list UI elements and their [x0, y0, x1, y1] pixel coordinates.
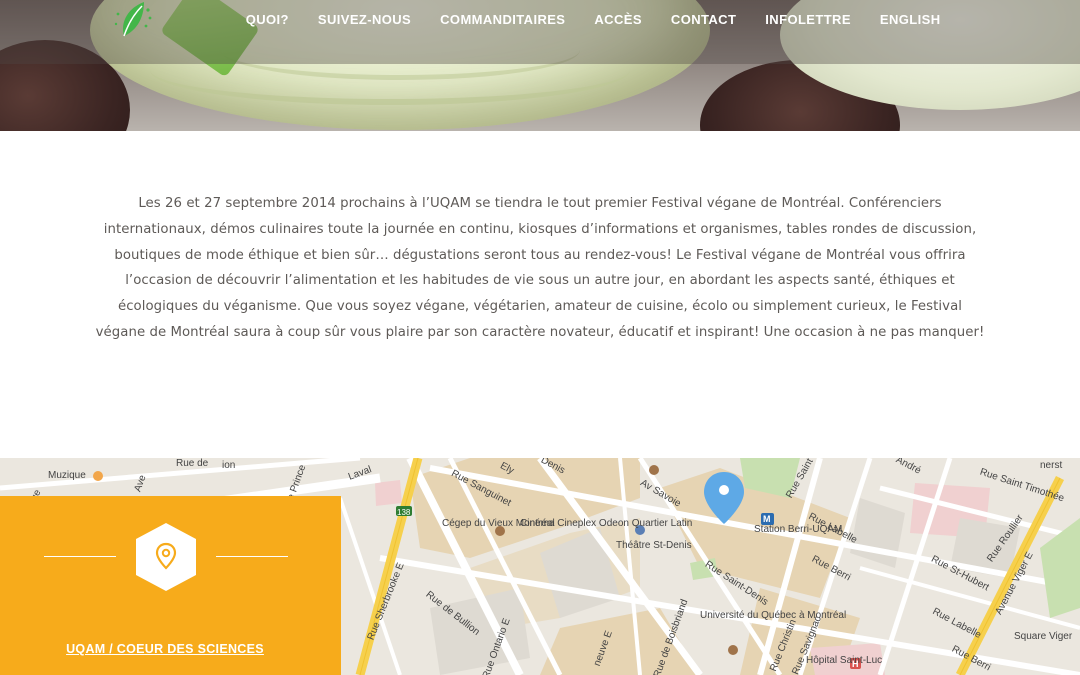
map-label-muzique: Muzique	[48, 470, 86, 481]
hospital-icon: H	[852, 659, 859, 669]
nav-commanditaires[interactable]: COMMANDITAIRES	[426, 11, 580, 29]
map-label-station: Station Berri-UQAM	[754, 524, 842, 535]
divider-left	[44, 556, 116, 557]
metro-icon: M	[763, 514, 771, 524]
location-link[interactable]: UQAM / COEUR DES SCIENCES	[0, 642, 330, 656]
nav-contact[interactable]: CONTACT	[656, 11, 750, 29]
map-marker-icon	[136, 523, 196, 591]
nav-english[interactable]: ENGLISH	[865, 11, 955, 29]
map-label-universite: Université du Québec à Montréal	[700, 610, 846, 621]
map-label-nerst: nerst	[1040, 460, 1063, 471]
map-label-cegep: Cégep du Vieux Montréal	[442, 518, 555, 529]
nav-acces[interactable]: ACCÈS	[580, 11, 657, 29]
leaf-logo-icon[interactable]	[110, 0, 154, 44]
map-pin-icon[interactable]	[702, 470, 746, 526]
festival-intro-text: Les 26 et 27 septembre 2014 prochains à …	[95, 196, 985, 340]
map-label-ion: ion	[222, 460, 236, 471]
divider-right	[216, 556, 288, 557]
map-label-theatre: Théâtre St-Denis	[616, 540, 692, 551]
route-138-shield: 138	[397, 508, 411, 517]
location-card: UQAM / COEUR DES SCIENCES	[0, 496, 341, 675]
map-label-rue-de: Rue de	[176, 458, 209, 469]
nav-infolettre[interactable]: INFOLETTRE	[751, 11, 866, 29]
map-label-cinema: Cinéma Cineplex Odeon Quartier Latin	[520, 518, 692, 529]
map-label-square-viger: Square Viger	[1014, 631, 1073, 642]
main-navigation: QUOI? SUIVEZ-NOUS COMMANDITAIRES ACCÈS C…	[231, 11, 955, 29]
map-label-hopital: Hôpital Saint-Luc	[806, 655, 883, 666]
hero-banner: QUOI? SUIVEZ-NOUS COMMANDITAIRES ACCÈS C…	[0, 0, 1080, 131]
navbar-background	[0, 0, 1080, 64]
nav-quoi[interactable]: QUOI?	[231, 11, 303, 29]
nav-suivez-nous[interactable]: SUIVEZ-NOUS	[303, 11, 425, 29]
